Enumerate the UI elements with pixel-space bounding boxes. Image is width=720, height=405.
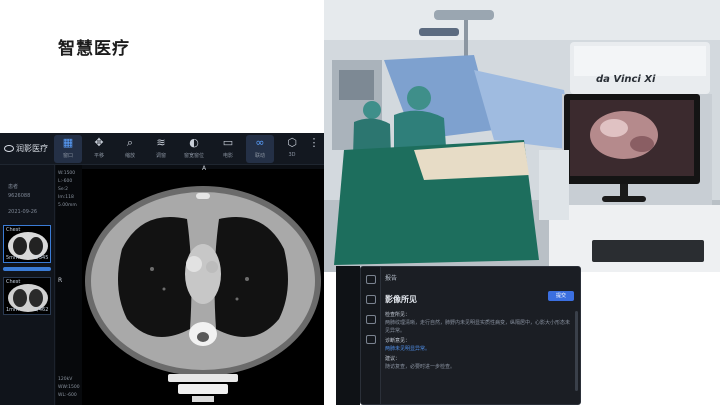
submit-button[interactable]: 提交: [548, 291, 574, 301]
edit-icon[interactable]: [366, 315, 376, 324]
slide-title: 智慧医疗: [58, 39, 130, 59]
operating-room-photo: [324, 0, 720, 272]
zoom-icon: ⌕: [126, 136, 134, 149]
tool-label: 缩放: [124, 153, 135, 159]
series-thumbnail[interactable]: Chest 5mm 1/345: [3, 225, 51, 263]
more-icon: ⋮: [308, 136, 320, 149]
viewer-logo-text: 润影医疗: [16, 144, 48, 153]
series-slice: 1mm: [6, 307, 19, 313]
patient-id: 9626088: [8, 193, 31, 199]
tool-label: 电影: [222, 153, 233, 159]
tool-label: 联动: [254, 153, 265, 159]
logo-icon: [4, 145, 14, 152]
report-section-text: 两肺未见明显异常。: [385, 346, 431, 352]
report-body[interactable]: 检查所见： 两肺纹理清晰，走行自然，肺野内未见明显实质性病变，纵隔居中，心影大小…: [385, 309, 573, 371]
series-thumbnail[interactable]: Chest 1mm 1/462: [3, 277, 51, 315]
report-panel: 报告 影像所见 提交 检查所见： 两肺纹理清晰，走行自然，肺野内未见明显实质性病…: [360, 266, 581, 405]
orientation-left: R: [58, 277, 63, 284]
viewer-logo: 润影医疗: [4, 143, 48, 154]
report-section-text: 随访复查，必要时进一步检查。: [385, 364, 456, 370]
report-section-heading: 诊断意见：: [385, 338, 411, 344]
info-line: WL:-600: [58, 393, 77, 398]
report-section-heading: 检查所见：: [385, 312, 411, 318]
series-title: Chest: [6, 227, 21, 233]
orientation-top: A: [202, 165, 207, 172]
report-section-heading: 建议：: [385, 356, 401, 362]
tool-label: 窗宽窗位: [183, 153, 204, 159]
layers-icon: ≋: [156, 136, 166, 149]
report-title: 影像所见: [385, 295, 417, 304]
tool-3d[interactable]: ⬡ 3D: [278, 135, 306, 163]
info-line: WW:1500: [58, 385, 80, 390]
tool-zoom[interactable]: ⌕ 缩放: [116, 135, 144, 163]
image-icon[interactable]: [366, 295, 376, 304]
grid-icon: ▦: [62, 136, 74, 149]
series-count: 1/462: [34, 307, 49, 313]
series-panel: 患者 9626088 2021-09-26 Chest 5mm 1/345 Ch…: [0, 165, 55, 405]
ct-axial-image: [82, 169, 324, 405]
info-line: Im:118: [58, 195, 74, 200]
study-date: 2021-09-26: [8, 209, 38, 215]
tool-label: 窗口: [62, 153, 73, 159]
viewer-toolbar: 润影医疗 ▦ 窗口 ✥ 平移 ⌕ 缩放 ≋ 调窗 ◐ 窗宽窗位 ▭ 电影 ∞ 联…: [0, 133, 324, 165]
print-icon[interactable]: [366, 335, 376, 344]
tool-pan[interactable]: ✥ 平移: [85, 135, 113, 163]
patient-label: 患者: [8, 184, 19, 190]
tool-adjust[interactable]: ≋ 调窗: [147, 135, 175, 163]
series-title: Chest: [6, 279, 21, 285]
report-sidebar: [361, 267, 381, 404]
info-line: Se:2: [58, 187, 69, 192]
link-icon: ∞: [255, 136, 265, 149]
ct-image-viewport[interactable]: A: [82, 165, 324, 405]
dicom-info-column: W:1500 L:-600 Se:2 Im:118 5.00mm R 120kV…: [56, 165, 82, 405]
report-left-strip: [336, 266, 360, 405]
film-icon: ▭: [222, 136, 234, 149]
tool-label: 平移: [93, 153, 104, 159]
info-line: L:-600: [58, 179, 73, 184]
report-section-text: 两肺纹理清晰，走行自然，肺野内未见明显实质性病变，纵隔居中，心影大小形态未见异常…: [385, 320, 571, 334]
tool-label: 调窗: [155, 153, 166, 159]
series-slice: 5mm: [6, 255, 19, 261]
tool-window-level[interactable]: ◐ 窗宽窗位: [180, 135, 208, 163]
list-icon[interactable]: [366, 275, 376, 284]
move-icon: ✥: [94, 136, 104, 149]
tool-window[interactable]: ▦ 窗口: [54, 135, 82, 163]
info-line: 5.00mm: [58, 203, 77, 208]
series-count: 1/345: [34, 255, 49, 261]
tool-cine[interactable]: ▭ 电影: [214, 135, 242, 163]
tool-more[interactable]: ⋮: [304, 135, 324, 163]
contrast-icon: ◐: [189, 136, 199, 149]
tool-link[interactable]: ∞ 联动: [246, 135, 274, 163]
tool-label: 3D: [288, 152, 296, 158]
console-brand-label: da Vinci Xi: [596, 74, 656, 85]
cube-icon: ⬡: [287, 136, 297, 149]
info-line: W:1500: [58, 171, 76, 176]
info-line: 120kV: [58, 377, 73, 382]
report-header: 报告: [385, 275, 398, 282]
report-scrollbar[interactable]: [575, 311, 578, 391]
series-selected-bar: [3, 267, 51, 271]
dicom-viewer: 润影医疗 ▦ 窗口 ✥ 平移 ⌕ 缩放 ≋ 调窗 ◐ 窗宽窗位 ▭ 电影 ∞ 联…: [0, 133, 324, 405]
